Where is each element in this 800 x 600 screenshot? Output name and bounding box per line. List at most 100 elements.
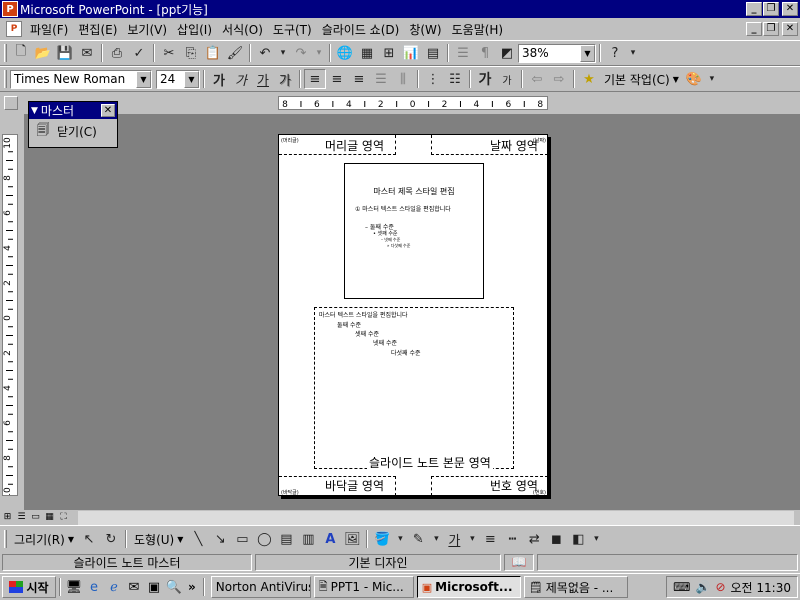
- zoom-select[interactable]: 38% ▼: [518, 43, 596, 63]
- powerpoint-app-icon[interactable]: P: [2, 1, 18, 17]
- minimize-button[interactable]: _: [746, 2, 762, 16]
- close-button[interactable]: ✕: [782, 2, 798, 16]
- rectangle-tool-icon[interactable]: ▭: [231, 529, 253, 549]
- shadow-button[interactable]: 가: [274, 69, 296, 89]
- 3d-icon[interactable]: ◧: [567, 529, 589, 549]
- more-buttons-icon[interactable]: ▾: [705, 69, 719, 89]
- taskbar-button-notepad[interactable]: 🗒 제목없음 - ...: [523, 576, 628, 598]
- clipart-icon[interactable]: 🖼: [341, 529, 363, 549]
- toolbar-grip[interactable]: [4, 44, 7, 62]
- animation-star-icon[interactable]: ★: [578, 69, 600, 89]
- undo-dropdown-icon[interactable]: ▾: [276, 43, 290, 63]
- outline-view-icon[interactable]: ☰: [15, 512, 28, 524]
- font-color-icon[interactable]: 가: [443, 529, 465, 549]
- slide-sorter-view-icon[interactable]: ▦: [43, 512, 56, 524]
- slideshow-view-icon[interactable]: ⛶: [57, 512, 70, 524]
- menu-insert[interactable]: 삽입(I): [173, 21, 218, 38]
- chevron-down-icon[interactable]: ▼: [184, 70, 199, 88]
- horizontal-scrollbar[interactable]: [78, 510, 794, 525]
- open-folder-icon[interactable]: 📂: [32, 43, 54, 63]
- new-slide-icon[interactable]: ▤: [422, 43, 444, 63]
- align-center-icon[interactable]: ≡: [326, 69, 348, 89]
- search-icon[interactable]: 🔍: [164, 577, 184, 597]
- bold-button[interactable]: 가: [208, 69, 230, 89]
- menu-edit[interactable]: 편집(E): [74, 21, 123, 38]
- font-size-select[interactable]: 24 ▼: [156, 69, 200, 89]
- underline-button[interactable]: 가: [252, 69, 274, 89]
- select-pointer-icon[interactable]: ↖: [78, 529, 100, 549]
- grayscale-icon[interactable]: ◩: [496, 43, 518, 63]
- menu-slideshow[interactable]: 슬라이드 쇼(D): [318, 21, 406, 38]
- header-placeholder[interactable]: (머리글) 머리글 영역: [279, 135, 396, 155]
- fill-color-icon[interactable]: 🪣: [371, 529, 393, 549]
- taskbar-button-norton[interactable]: Norton AntiVirus: [210, 576, 311, 598]
- copy-icon[interactable]: ⎘: [180, 43, 202, 63]
- promote-icon[interactable]: ⇦: [526, 69, 548, 89]
- ie-browser-icon[interactable]: ℯ: [104, 577, 124, 597]
- email-icon[interactable]: ✉: [76, 43, 98, 63]
- taskbar-button-ppt1[interactable]: 🗎 PPT1 - Mic...: [313, 576, 414, 598]
- menu-help[interactable]: 도움말(H): [448, 21, 510, 38]
- cut-icon[interactable]: ✂: [158, 43, 180, 63]
- table-icon[interactable]: ▦: [356, 43, 378, 63]
- taskbar-button-powerpoint[interactable]: ▣ Microsoft...: [416, 576, 521, 598]
- vertical-ruler[interactable]: 10 8 6 4 2 0 2 4 6 8 10: [2, 134, 18, 496]
- help-icon[interactable]: ?: [604, 43, 626, 63]
- page-number-placeholder[interactable]: 번호 영역 (번호): [431, 476, 548, 496]
- title-bar[interactable]: P Microsoft PowerPoint - [ppt기능] _ ❐ ✕: [0, 0, 800, 18]
- save-icon[interactable]: 💾: [54, 43, 76, 63]
- desktop-icon[interactable]: 🖥: [64, 577, 84, 597]
- master-toolbar[interactable]: ▼ 마스터 ✕ 🗐 닫기(C): [28, 101, 118, 148]
- doc-minimize-button[interactable]: _: [746, 22, 762, 36]
- wordart-icon[interactable]: A: [319, 529, 341, 549]
- italic-button[interactable]: 가: [230, 69, 252, 89]
- textbox-tool-icon[interactable]: ▤: [275, 529, 297, 549]
- autoshapes-menu-button[interactable]: 도형(U) ▼: [130, 529, 187, 549]
- quicklaunch-chevron[interactable]: »: [188, 580, 196, 594]
- chevron-down-icon[interactable]: ▼: [136, 70, 151, 88]
- menu-format[interactable]: 서식(O): [218, 21, 269, 38]
- numbering-icon[interactable]: ⋮: [422, 69, 444, 89]
- bullets-icon[interactable]: ☷: [444, 69, 466, 89]
- chart-icon[interactable]: 📊: [400, 43, 422, 63]
- footer-placeholder[interactable]: 바닥글 영역 (바닥글): [279, 476, 396, 496]
- undo-icon[interactable]: ↶: [254, 43, 276, 63]
- new-file-icon[interactable]: 🗋: [10, 43, 32, 63]
- notes-body-placeholder[interactable]: 마스터 텍스트 스타일을 편집합니다 둘째 수준 셋째 수준 넷째 수준 다섯째…: [314, 307, 514, 471]
- toolbar-grip[interactable]: [4, 70, 7, 88]
- toolbar-grip[interactable]: [4, 530, 7, 548]
- dash-style-icon[interactable]: ┅: [501, 529, 523, 549]
- print-icon[interactable]: ⎙: [106, 43, 128, 63]
- media-icon[interactable]: ▣: [144, 577, 164, 597]
- spelling-icon[interactable]: ✓: [128, 43, 150, 63]
- align-right-icon[interactable]: ≡: [348, 69, 370, 89]
- horizontal-ruler[interactable]: 8 6 4 2 0 2 4 6 8: [278, 96, 548, 110]
- expand-all-icon[interactable]: ☰: [452, 43, 474, 63]
- redo-icon[interactable]: ↷: [290, 43, 312, 63]
- menu-tools[interactable]: 도구(T): [269, 21, 318, 38]
- chevron-down-icon[interactable]: ▼: [31, 106, 38, 116]
- antivirus-tray-icon[interactable]: ⊘: [715, 580, 725, 594]
- restore-button[interactable]: ❐: [763, 2, 779, 16]
- free-rotate-icon[interactable]: ↻: [100, 529, 122, 549]
- master-toolbar-titlebar[interactable]: ▼ 마스터 ✕: [29, 102, 117, 119]
- arrow-tool-icon[interactable]: ↘: [209, 529, 231, 549]
- decrease-font-button[interactable]: 가: [496, 69, 518, 89]
- oval-tool-icon[interactable]: ◯: [253, 529, 275, 549]
- doc-restore-button[interactable]: ❐: [763, 22, 779, 36]
- normal-view-icon[interactable]: ⊞: [1, 512, 14, 524]
- vertical-textbox-icon[interactable]: ▥: [297, 529, 319, 549]
- date-placeholder[interactable]: 날짜 영역 (날짜): [431, 135, 548, 155]
- arrow-style-icon[interactable]: ⇄: [523, 529, 545, 549]
- notes-master-page[interactable]: (머리글) 머리글 영역 날짜 영역 (날짜) 마스터 제목 스타일 편집 ① …: [278, 134, 548, 496]
- spelling-status-icon[interactable]: 📖: [504, 553, 534, 571]
- ime-icon[interactable]: ⌨: [673, 580, 690, 594]
- document-icon[interactable]: P: [6, 21, 22, 37]
- justify-icon[interactable]: ☰: [370, 69, 392, 89]
- common-tasks-button[interactable]: 기본 작업(C) ▼: [600, 69, 683, 89]
- menu-window[interactable]: 창(W): [405, 21, 447, 38]
- close-master-view-button[interactable]: 🗐 닫기(C): [29, 119, 117, 144]
- paste-icon[interactable]: 📋: [202, 43, 224, 63]
- line-color-icon[interactable]: ✎: [407, 529, 429, 549]
- chevron-down-icon[interactable]: ▾: [393, 529, 407, 549]
